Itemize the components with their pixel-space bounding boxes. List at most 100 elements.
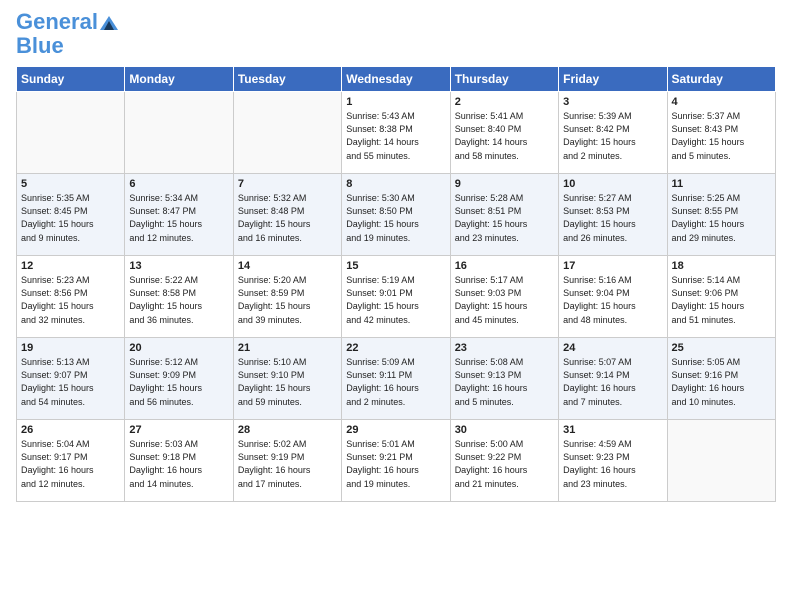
calendar-cell: 10 Sunrise: 5:27 AM Sunset: 8:53 PM Dayli… bbox=[559, 174, 667, 256]
calendar-week-4: 19Sunrise: 5:13 AM Sunset: 9:07 PM Dayli… bbox=[17, 338, 776, 420]
day-info: Sunrise: 5:13 AM Sunset: 9:07 PM Dayligh… bbox=[21, 356, 120, 408]
logo-blue: Blue bbox=[16, 33, 64, 58]
day-number: 26 bbox=[21, 424, 120, 436]
day-info: Sunrise: 5:25 AM Sunset: 8:55 PM Dayligh… bbox=[672, 192, 771, 244]
page-container: General Blue SundayMondayTuesdayWednesda… bbox=[0, 0, 792, 510]
calendar-cell: 17 Sunrise: 5:16 AM Sunset: 9:04 PM Dayli… bbox=[559, 256, 667, 338]
calendar-cell: 23 Sunrise: 5:08 AM Sunset: 9:13 PM Dayli… bbox=[450, 338, 558, 420]
col-header-saturday: Saturday bbox=[667, 67, 775, 92]
day-info: Sunrise: 5:28 AM Sunset: 8:51 PM Dayligh… bbox=[455, 192, 554, 244]
day-info: Sunrise: 5:30 AM Sunset: 8:50 PM Dayligh… bbox=[346, 192, 445, 244]
calendar-cell: 26 Sunrise: 5:04 AM Sunset: 9:17 PM Dayli… bbox=[17, 420, 125, 502]
calendar-cell: 18 Sunrise: 5:14 AM Sunset: 9:06 PM Dayli… bbox=[667, 256, 775, 338]
logo-text: General Blue bbox=[16, 10, 118, 58]
day-number: 31 bbox=[563, 424, 662, 436]
logo-general: General bbox=[16, 9, 98, 34]
day-info: Sunrise: 5:39 AM Sunset: 8:42 PM Dayligh… bbox=[563, 110, 662, 162]
calendar-cell: 9 Sunrise: 5:28 AM Sunset: 8:51 PM Daylig… bbox=[450, 174, 558, 256]
calendar-cell: 2 Sunrise: 5:41 AM Sunset: 8:40 PM Daylig… bbox=[450, 92, 558, 174]
day-info: Sunrise: 5:05 AM Sunset: 9:16 PM Dayligh… bbox=[672, 356, 771, 408]
day-number: 11 bbox=[672, 178, 771, 190]
col-header-tuesday: Tuesday bbox=[233, 67, 341, 92]
day-number: 13 bbox=[129, 260, 228, 272]
day-number: 22 bbox=[346, 342, 445, 354]
day-info: Sunrise: 5:04 AM Sunset: 9:17 PM Dayligh… bbox=[21, 438, 120, 490]
day-number: 18 bbox=[672, 260, 771, 272]
calendar-cell: 13 Sunrise: 5:22 AM Sunset: 8:58 PM Dayli… bbox=[125, 256, 233, 338]
day-number: 2 bbox=[455, 96, 554, 108]
day-info: Sunrise: 5:16 AM Sunset: 9:04 PM Dayligh… bbox=[563, 274, 662, 326]
day-number: 12 bbox=[21, 260, 120, 272]
day-number: 20 bbox=[129, 342, 228, 354]
calendar-cell: 24Sunrise: 5:07 AM Sunset: 9:14 PM Dayli… bbox=[559, 338, 667, 420]
day-info: Sunrise: 5:37 AM Sunset: 8:43 PM Dayligh… bbox=[672, 110, 771, 162]
day-number: 7 bbox=[238, 178, 337, 190]
calendar-cell bbox=[17, 92, 125, 174]
calendar-cell: 20Sunrise: 5:12 AM Sunset: 9:09 PM Dayli… bbox=[125, 338, 233, 420]
calendar-cell: 29 Sunrise: 5:01 AM Sunset: 9:21 PM Dayli… bbox=[342, 420, 450, 502]
day-number: 28 bbox=[238, 424, 337, 436]
day-info: Sunrise: 5:35 AM Sunset: 8:45 PM Dayligh… bbox=[21, 192, 120, 244]
day-number: 3 bbox=[563, 96, 662, 108]
day-number: 23 bbox=[455, 342, 554, 354]
day-number: 24 bbox=[563, 342, 662, 354]
day-info: Sunrise: 5:22 AM Sunset: 8:58 PM Dayligh… bbox=[129, 274, 228, 326]
calendar-cell: 30 Sunrise: 5:00 AM Sunset: 9:22 PM Dayli… bbox=[450, 420, 558, 502]
day-number: 10 bbox=[563, 178, 662, 190]
col-header-friday: Friday bbox=[559, 67, 667, 92]
calendar-cell: 28 Sunrise: 5:02 AM Sunset: 9:19 PM Dayli… bbox=[233, 420, 341, 502]
day-info: Sunrise: 5:01 AM Sunset: 9:21 PM Dayligh… bbox=[346, 438, 445, 490]
day-number: 25 bbox=[672, 342, 771, 354]
calendar-cell: 11 Sunrise: 5:25 AM Sunset: 8:55 PM Dayli… bbox=[667, 174, 775, 256]
day-info: Sunrise: 5:17 AM Sunset: 9:03 PM Dayligh… bbox=[455, 274, 554, 326]
calendar-cell: 12 Sunrise: 5:23 AM Sunset: 8:56 PM Dayli… bbox=[17, 256, 125, 338]
day-number: 9 bbox=[455, 178, 554, 190]
day-number: 5 bbox=[21, 178, 120, 190]
day-info: Sunrise: 5:10 AM Sunset: 9:10 PM Dayligh… bbox=[238, 356, 337, 408]
day-info: Sunrise: 5:27 AM Sunset: 8:53 PM Dayligh… bbox=[563, 192, 662, 244]
col-header-wednesday: Wednesday bbox=[342, 67, 450, 92]
calendar-cell: 4 Sunrise: 5:37 AM Sunset: 8:43 PM Daylig… bbox=[667, 92, 775, 174]
calendar-cell bbox=[667, 420, 775, 502]
day-number: 17 bbox=[563, 260, 662, 272]
day-number: 29 bbox=[346, 424, 445, 436]
col-header-monday: Monday bbox=[125, 67, 233, 92]
day-number: 14 bbox=[238, 260, 337, 272]
day-info: Sunrise: 5:23 AM Sunset: 8:56 PM Dayligh… bbox=[21, 274, 120, 326]
day-number: 4 bbox=[672, 96, 771, 108]
calendar-week-3: 12 Sunrise: 5:23 AM Sunset: 8:56 PM Dayli… bbox=[17, 256, 776, 338]
day-info: Sunrise: 5:08 AM Sunset: 9:13 PM Dayligh… bbox=[455, 356, 554, 408]
calendar-cell: 8 Sunrise: 5:30 AM Sunset: 8:50 PM Daylig… bbox=[342, 174, 450, 256]
calendar-cell: 22Sunrise: 5:09 AM Sunset: 9:11 PM Dayli… bbox=[342, 338, 450, 420]
day-number: 21 bbox=[238, 342, 337, 354]
logo-icon bbox=[100, 16, 118, 30]
calendar-cell: 27 Sunrise: 5:03 AM Sunset: 9:18 PM Dayli… bbox=[125, 420, 233, 502]
day-info: Sunrise: 5:00 AM Sunset: 9:22 PM Dayligh… bbox=[455, 438, 554, 490]
day-number: 8 bbox=[346, 178, 445, 190]
day-number: 15 bbox=[346, 260, 445, 272]
calendar-cell: 14Sunrise: 5:20 AM Sunset: 8:59 PM Dayli… bbox=[233, 256, 341, 338]
day-number: 30 bbox=[455, 424, 554, 436]
calendar-cell: 3 Sunrise: 5:39 AM Sunset: 8:42 PM Daylig… bbox=[559, 92, 667, 174]
day-info: Sunrise: 5:32 AM Sunset: 8:48 PM Dayligh… bbox=[238, 192, 337, 244]
calendar-cell: 21 Sunrise: 5:10 AM Sunset: 9:10 PM Dayli… bbox=[233, 338, 341, 420]
calendar-table: SundayMondayTuesdayWednesdayThursdayFrid… bbox=[16, 66, 776, 502]
day-info: Sunrise: 5:43 AM Sunset: 8:38 PM Dayligh… bbox=[346, 110, 445, 162]
calendar-week-2: 5 Sunrise: 5:35 AM Sunset: 8:45 PM Daylig… bbox=[17, 174, 776, 256]
day-number: 27 bbox=[129, 424, 228, 436]
calendar-week-5: 26 Sunrise: 5:04 AM Sunset: 9:17 PM Dayli… bbox=[17, 420, 776, 502]
day-info: Sunrise: 5:14 AM Sunset: 9:06 PM Dayligh… bbox=[672, 274, 771, 326]
page-header: General Blue bbox=[16, 10, 776, 58]
calendar-week-1: 1 Sunrise: 5:43 AM Sunset: 8:38 PM Daylig… bbox=[17, 92, 776, 174]
calendar-cell: 31Sunrise: 4:59 AM Sunset: 9:23 PM Dayli… bbox=[559, 420, 667, 502]
day-info: Sunrise: 5:41 AM Sunset: 8:40 PM Dayligh… bbox=[455, 110, 554, 162]
day-number: 1 bbox=[346, 96, 445, 108]
day-info: Sunrise: 5:19 AM Sunset: 9:01 PM Dayligh… bbox=[346, 274, 445, 326]
calendar-cell bbox=[233, 92, 341, 174]
calendar-cell: 19Sunrise: 5:13 AM Sunset: 9:07 PM Dayli… bbox=[17, 338, 125, 420]
logo: General Blue bbox=[16, 10, 118, 58]
day-info: Sunrise: 5:34 AM Sunset: 8:47 PM Dayligh… bbox=[129, 192, 228, 244]
day-info: Sunrise: 5:03 AM Sunset: 9:18 PM Dayligh… bbox=[129, 438, 228, 490]
day-info: Sunrise: 5:02 AM Sunset: 9:19 PM Dayligh… bbox=[238, 438, 337, 490]
calendar-cell: 7 Sunrise: 5:32 AM Sunset: 8:48 PM Daylig… bbox=[233, 174, 341, 256]
